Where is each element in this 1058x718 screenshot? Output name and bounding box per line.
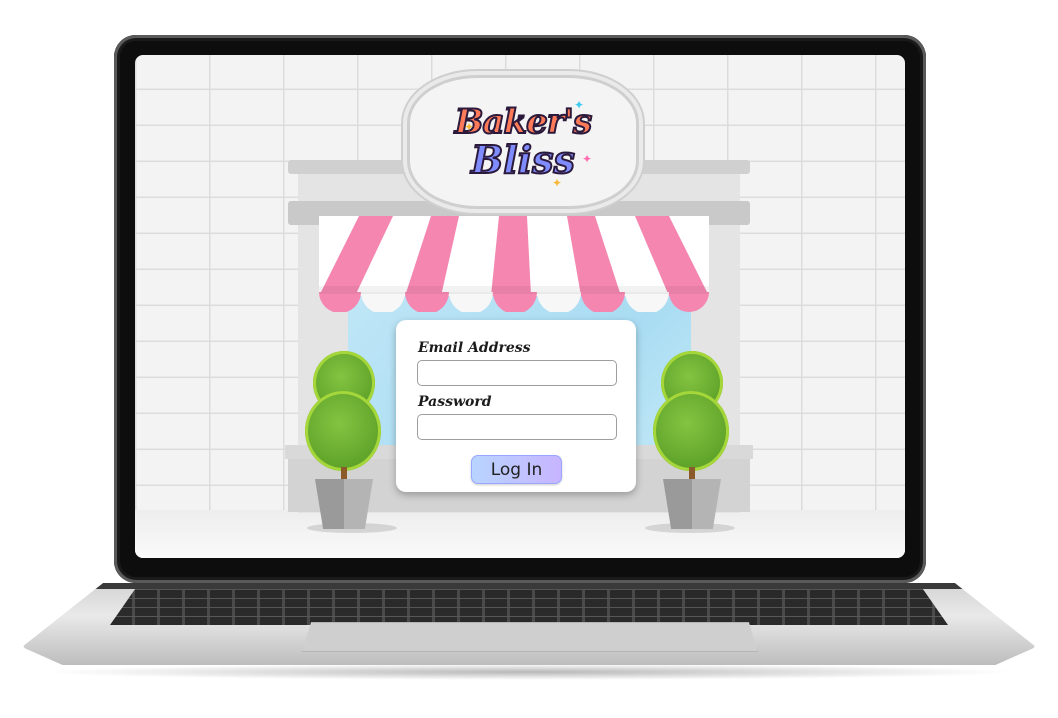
- laptop-keyboard: [110, 589, 948, 625]
- plant-pot: [315, 479, 373, 529]
- sparkle-icon: ✦: [464, 120, 475, 134]
- potted-plant-right: [645, 351, 735, 537]
- brand-logo: Baker's Bliss: [454, 102, 593, 182]
- brand-sign: Baker's Bliss ✦ ✦ ✦ ✦: [407, 75, 639, 209]
- plant-trunk: [689, 467, 695, 481]
- plant-trunk: [341, 467, 347, 481]
- sidewalk: [135, 510, 905, 558]
- laptop-shadow: [40, 664, 1018, 680]
- email-field[interactable]: [417, 360, 617, 386]
- plant-bush: [305, 391, 381, 471]
- plant-pot: [663, 479, 721, 529]
- password-field[interactable]: [417, 414, 617, 440]
- login-screen: Baker's Bliss ✦ ✦ ✦ ✦ Email Address Pass…: [135, 55, 905, 558]
- email-label: Email Address: [418, 340, 531, 356]
- brand-logo-line2: Bliss: [470, 137, 576, 182]
- login-form: Email Address Password Log In: [396, 320, 636, 492]
- plant-bush: [653, 391, 729, 471]
- sparkle-icon: ✦: [582, 152, 593, 166]
- potted-plant-left: [301, 351, 397, 537]
- password-label: Password: [418, 394, 492, 410]
- sparkle-icon: ✦: [574, 98, 585, 112]
- striped-awning: [319, 216, 709, 312]
- laptop-trackpad: [302, 622, 758, 652]
- login-button[interactable]: Log In: [471, 455, 562, 484]
- sparkle-icon: ✦: [552, 176, 563, 190]
- brand-logo-line1: Baker's: [454, 102, 593, 142]
